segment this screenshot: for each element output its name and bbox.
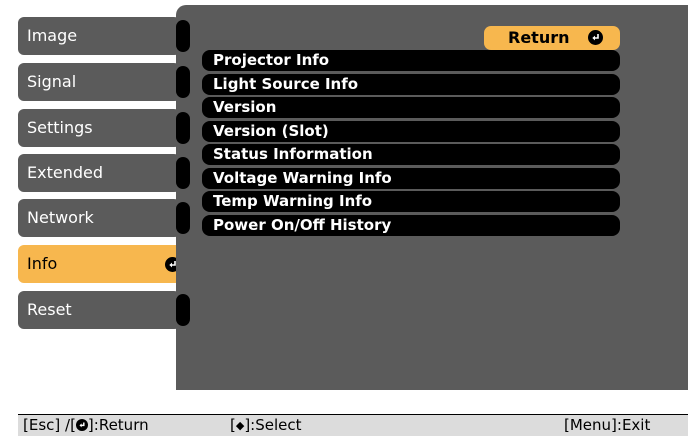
submenu-item-projector-info[interactable]: Projector Info <box>202 50 620 71</box>
info-submenu-list: Projector Info Light Source Info Version… <box>202 50 620 238</box>
menu-divider <box>176 202 190 234</box>
sidebar-item-network[interactable]: Network <box>18 199 190 237</box>
sidebar-item-label: Network <box>27 208 94 227</box>
footer-hint-bar: [Esc] /[]:Return [◆]:Select [Menu]:Exit <box>18 414 688 436</box>
hint-select: [◆]:Select <box>230 416 302 434</box>
menu-divider <box>176 112 190 144</box>
sidebar-item-reset[interactable]: Reset <box>18 291 190 329</box>
hint-return: [Esc] /[]:Return <box>23 416 149 434</box>
sidebar-item-signal[interactable]: Signal <box>18 63 190 101</box>
submenu-item-voltage-warning-info[interactable]: Voltage Warning Info <box>202 167 620 189</box>
sidebar-item-settings[interactable]: Settings <box>18 109 190 147</box>
submenu-item-version[interactable]: Version <box>202 97 620 118</box>
enter-icon <box>75 419 88 431</box>
return-button[interactable]: Return <box>484 26 620 50</box>
sidebar-item-label: Reset <box>27 300 72 319</box>
menu-divider <box>176 294 190 326</box>
sidebar-item-label: Signal <box>27 72 77 91</box>
sidebar-item-image[interactable]: Image <box>18 17 190 55</box>
sidebar-item-label: Extended <box>27 163 103 182</box>
sidebar-item-label: Info <box>27 254 58 273</box>
info-submenu-panel: Return Projector Info Light Source Info … <box>176 5 688 390</box>
submenu-item-power-history[interactable]: Power On/Off History <box>202 214 620 236</box>
submenu-item-status-information[interactable]: Status Information <box>202 144 620 165</box>
hint-exit: [Menu]:Exit <box>564 416 651 434</box>
return-button-label: Return <box>508 28 570 47</box>
menu-divider <box>176 20 190 52</box>
sidebar-item-extended[interactable]: Extended <box>18 154 190 192</box>
menu-divider <box>176 157 190 189</box>
submenu-item-temp-warning-info[interactable]: Temp Warning Info <box>202 191 620 212</box>
sidebar-item-info[interactable]: Info <box>18 245 194 283</box>
enter-icon <box>588 30 603 45</box>
menu-divider <box>176 66 190 98</box>
sidebar-item-label: Settings <box>27 118 93 137</box>
sidebar-item-label: Image <box>27 26 78 45</box>
submenu-item-light-source-info[interactable]: Light Source Info <box>202 73 620 95</box>
submenu-item-version-slot[interactable]: Version (Slot) <box>202 120 620 142</box>
